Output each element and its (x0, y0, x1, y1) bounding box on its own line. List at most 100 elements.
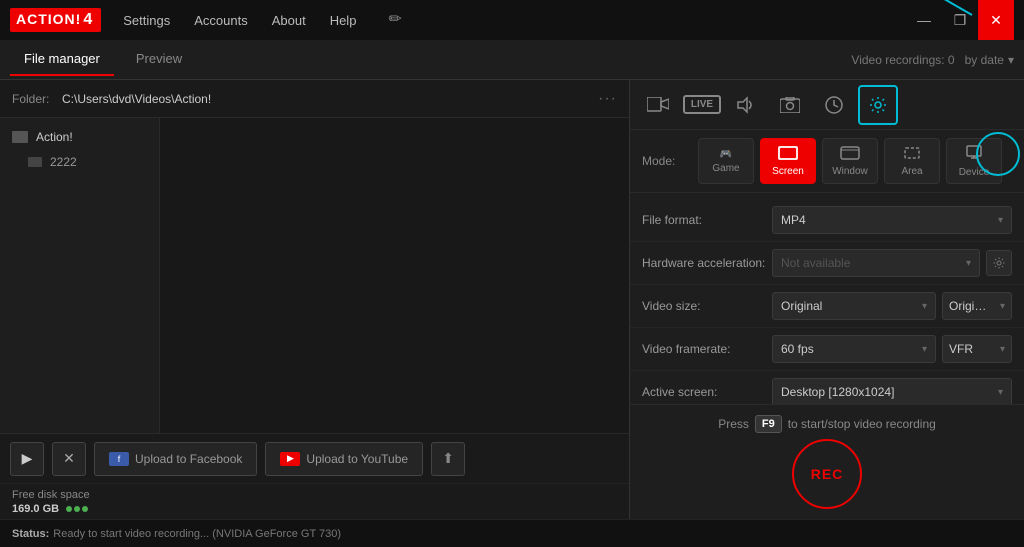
video-framerate-control: 60 fps ▾ VFR ▾ (772, 335, 1012, 363)
hardware-accel-gear-button[interactable] (986, 250, 1012, 276)
video-icon[interactable] (638, 85, 678, 125)
tabs-bar: File manager Preview Video recordings: 0… (0, 40, 1024, 80)
youtube-icon: ▶ (280, 452, 300, 466)
file-format-row: File format: MP4 ▾ (630, 199, 1024, 242)
mode-screen-button[interactable]: Screen (760, 138, 816, 184)
panel-icons-row: LIVE (630, 80, 1024, 130)
active-screen-row: Active screen: Desktop [1280x1024] ▾ (630, 371, 1024, 404)
screenshot-icon[interactable] (770, 85, 810, 125)
sidebar-list: Action! 2222 (0, 118, 160, 433)
sort-button[interactable]: by date ▾ (965, 53, 1014, 67)
folder-options-button[interactable]: ··· (598, 90, 617, 108)
audio-icon[interactable] (726, 85, 766, 125)
window-label: Window (832, 166, 868, 177)
nav-settings[interactable]: Settings (121, 9, 172, 32)
list-item-action[interactable]: Action! (0, 124, 159, 150)
game-icon: 🎮 (720, 149, 732, 160)
live-badge: LIVE (683, 95, 721, 114)
hotkey-badge: F9 (755, 415, 782, 433)
video-framerate-dropdown[interactable]: 60 fps ▾ (772, 335, 936, 363)
active-screen-control: Desktop [1280x1024] ▾ (772, 378, 1012, 404)
tab-preview[interactable]: Preview (122, 43, 196, 76)
status-label: Status: (12, 528, 49, 540)
upload-youtube-button[interactable]: ▶ Upload to YouTube (265, 442, 423, 476)
framerate-extra-arrow-icon: ▾ (1000, 344, 1005, 355)
maximize-button[interactable]: ❐ (942, 0, 978, 40)
video-framerate-value: 60 fps (781, 342, 814, 356)
mode-device-button[interactable]: Device (946, 138, 1002, 184)
status-bar: Status: Ready to start video recording..… (0, 519, 1024, 547)
pencil-icon[interactable]: ✏ (388, 9, 401, 32)
app-logo: ACTION!4 (10, 8, 101, 32)
screen-label: Screen (772, 166, 804, 177)
main-layout: Folder: C:\Users\dvd\Videos\Action! ··· … (0, 80, 1024, 519)
item-2222-label: 2222 (50, 155, 77, 169)
video-framerate-extra-dropdown[interactable]: VFR ▾ (942, 335, 1012, 363)
key-desc: to start/stop video recording (788, 417, 936, 431)
title-bar: ACTION!4 Settings Accounts About Help ✏ … (0, 0, 1024, 40)
mode-row: Mode: 🎮 Game Screen Window (630, 130, 1024, 193)
facebook-icon: f (109, 452, 129, 466)
recordings-count: Video recordings: 0 (851, 53, 954, 67)
hardware-accel-label: Hardware acceleration: (642, 256, 772, 270)
framerate-arrow-icon: ▾ (922, 344, 927, 355)
mode-label: Mode: (642, 154, 692, 168)
schedule-icon[interactable] (814, 85, 854, 125)
hardware-accel-row: Hardware acceleration: Not available ▾ (630, 242, 1024, 285)
upload-facebook-button[interactable]: f Upload to Facebook (94, 442, 257, 476)
close-button[interactable]: ✕ (978, 0, 1014, 40)
video-size-extra-dropdown[interactable]: Origi… ▾ (942, 292, 1012, 320)
file-format-value: MP4 (781, 213, 806, 227)
press-text: Press (718, 417, 749, 431)
video-size-value: Original (781, 299, 822, 313)
stop-button[interactable]: ✕ (52, 442, 86, 476)
mode-area-button[interactable]: Area (884, 138, 940, 184)
video-framerate-label: Video framerate: (642, 342, 772, 356)
rec-section: Press F9 to start/stop video recording R… (630, 404, 1024, 519)
active-screen-arrow-icon: ▾ (998, 387, 1003, 398)
sort-label: by date (965, 53, 1004, 67)
file-format-dropdown[interactable]: MP4 ▾ (772, 206, 1012, 234)
hw-arrow-icon: ▾ (966, 258, 971, 269)
upload-icon: ⬆ (442, 450, 454, 467)
press-row: Press F9 to start/stop video recording (718, 415, 936, 433)
disk-space: Free disk space 169.0 GB (0, 483, 629, 519)
hardware-accel-control: Not available ▾ (772, 249, 1012, 277)
nav-accounts[interactable]: Accounts (192, 9, 249, 32)
upload-button[interactable]: ⬆ (431, 442, 465, 476)
active-screen-dropdown[interactable]: Desktop [1280x1024] ▾ (772, 378, 1012, 404)
rec-button[interactable]: REC (792, 439, 862, 509)
hardware-accel-dropdown[interactable]: Not available ▾ (772, 249, 980, 277)
window-controls: — ❐ ✕ (906, 0, 1014, 40)
mode-window-button[interactable]: Window (822, 138, 878, 184)
sort-arrow-icon: ▾ (1008, 53, 1014, 67)
active-screen-label: Active screen: (642, 385, 772, 399)
gear-icon[interactable] (858, 85, 898, 125)
video-size-extra: Origi… (949, 299, 986, 313)
list-item-2222[interactable]: 2222 (0, 150, 159, 174)
window-icon (840, 146, 860, 163)
play-icon: ▶ (22, 450, 33, 467)
video-framerate-extra: VFR (949, 342, 973, 356)
nav-about[interactable]: About (270, 9, 308, 32)
file-list-container: Action! 2222 (0, 118, 629, 433)
video-size-arrow-icon: ▾ (922, 301, 927, 312)
folder-label: Folder: (12, 92, 52, 106)
area-icon (902, 146, 922, 163)
video-size-dropdown[interactable]: Original ▾ (772, 292, 936, 320)
disk-size: 169.0 GB (12, 503, 59, 515)
video-size-control: Original ▾ Origi… ▾ (772, 292, 1012, 320)
file-format-control: MP4 ▾ (772, 206, 1012, 234)
live-icon[interactable]: LIVE (682, 85, 722, 125)
hardware-accel-value: Not available (781, 256, 850, 270)
video-size-extra-arrow-icon: ▾ (1000, 301, 1005, 312)
minimize-button[interactable]: — (906, 0, 942, 40)
logo-text: ACTION!4 (10, 8, 101, 32)
mode-game-button[interactable]: 🎮 Game (698, 138, 754, 184)
nav-help[interactable]: Help (328, 9, 359, 32)
video-size-row: Video size: Original ▾ Origi… ▾ (630, 285, 1024, 328)
game-label: Game (712, 163, 739, 174)
folder-path: C:\Users\dvd\Videos\Action! (62, 92, 598, 106)
tab-file-manager[interactable]: File manager (10, 43, 114, 76)
play-button[interactable]: ▶ (10, 442, 44, 476)
